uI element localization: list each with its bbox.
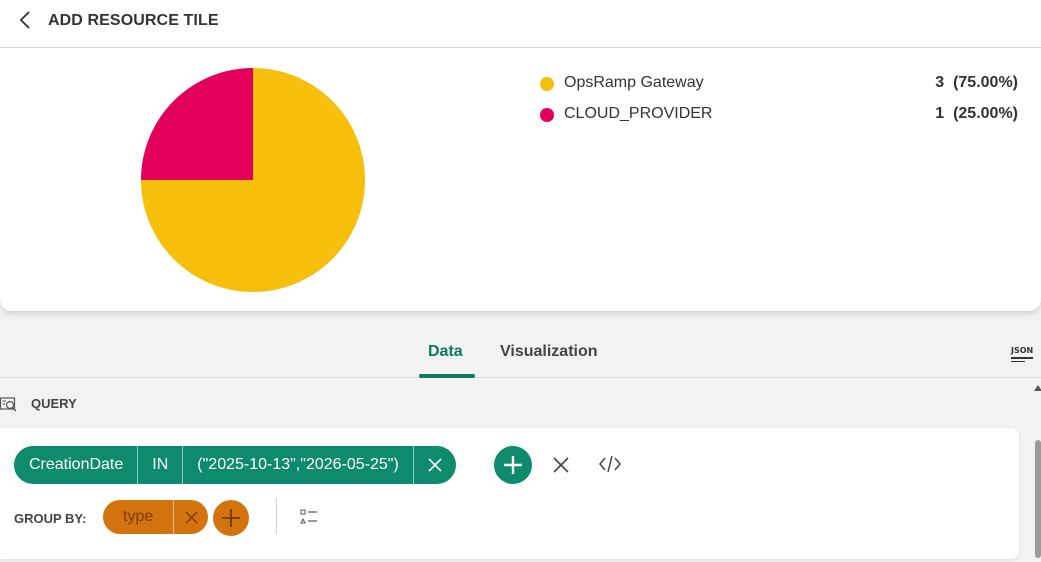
legend-item-1[interactable]: CLOUD_PROVIDER 1 (25.00%)	[538, 103, 1018, 134]
scrollbar-thumb[interactable]	[1035, 440, 1041, 558]
filter-field[interactable]: CreationDate	[14, 446, 139, 484]
scroll-up-arrow-icon[interactable]	[1034, 385, 1041, 391]
header: ADD RESOURCE TILE	[0, 0, 1041, 48]
pie-chart	[141, 68, 365, 292]
json-icon-label: JSON	[1011, 346, 1034, 355]
pie-slice-1[interactable]	[141, 68, 253, 180]
page-title: ADD RESOURCE TILE	[48, 12, 219, 29]
tab-data[interactable]: Data	[428, 343, 463, 361]
group-by-label: GROUP BY:	[14, 511, 87, 526]
legend-item-0[interactable]: OpsRamp Gateway 3 (75.00%)	[538, 72, 1018, 103]
filter-value[interactable]: ("2025-10-13","2026-05-25")	[183, 446, 414, 484]
add-filter-button[interactable]	[494, 446, 532, 484]
list-options-icon[interactable]	[300, 509, 318, 525]
chevron-left-icon[interactable]	[16, 10, 36, 30]
query-label: QUERY	[31, 396, 77, 411]
filter-operator[interactable]: IN	[138, 446, 184, 484]
json-icon[interactable]: JSON	[1011, 346, 1033, 366]
legend-dot	[540, 77, 554, 91]
active-tab-indicator	[419, 374, 475, 378]
filter-chip[interactable]: CreationDate IN ("2025-10-13","2026-05-2…	[14, 446, 456, 484]
plus-icon	[222, 509, 240, 527]
divider	[276, 498, 277, 534]
clear-query-icon[interactable]	[552, 456, 570, 474]
plus-icon	[504, 456, 522, 474]
add-group-by-button[interactable]	[213, 500, 249, 536]
group-by-chip[interactable]: type	[103, 500, 209, 534]
group-by-value[interactable]: type	[103, 500, 175, 534]
legend-label: OpsRamp Gateway	[564, 74, 704, 91]
code-icon[interactable]	[598, 454, 622, 474]
legend-label: CLOUD_PROVIDER	[564, 105, 713, 122]
query-builder: CreationDate IN ("2025-10-13","2026-05-2…	[0, 428, 1019, 559]
chart-legend: OpsRamp Gateway 3 (75.00%) CLOUD_PROVIDER 1…	[538, 72, 1018, 134]
legend-value: 3 (75.00%)	[935, 74, 1018, 91]
chart-card: OpsRamp Gateway 3 (75.00%) CLOUD_PROVIDER 1…	[0, 48, 1041, 311]
legend-value: 1 (25.00%)	[935, 105, 1018, 122]
legend-dot	[540, 108, 554, 122]
tab-visualization[interactable]: Visualization	[500, 343, 598, 361]
remove-filter-icon[interactable]	[414, 446, 456, 484]
query-search-icon	[0, 397, 17, 412]
remove-group-by-icon[interactable]	[174, 500, 208, 534]
tab-bar: Data Visualization JSON	[0, 326, 1041, 378]
